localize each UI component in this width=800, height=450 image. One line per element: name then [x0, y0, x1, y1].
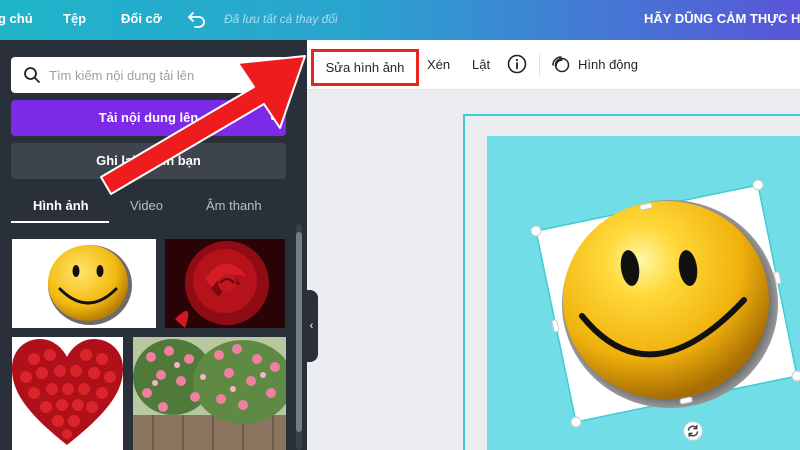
- resize-handle-bottom-right[interactable]: [791, 370, 800, 382]
- resize-handle-top-left[interactable]: [530, 225, 542, 237]
- resize-handle-bottom-left[interactable]: [570, 416, 582, 428]
- smiley-face: [563, 201, 769, 399]
- resize-handle-top-right[interactable]: [752, 179, 764, 191]
- rotate-icon[interactable]: [683, 421, 703, 441]
- selected-image[interactable]: [0, 0, 800, 450]
